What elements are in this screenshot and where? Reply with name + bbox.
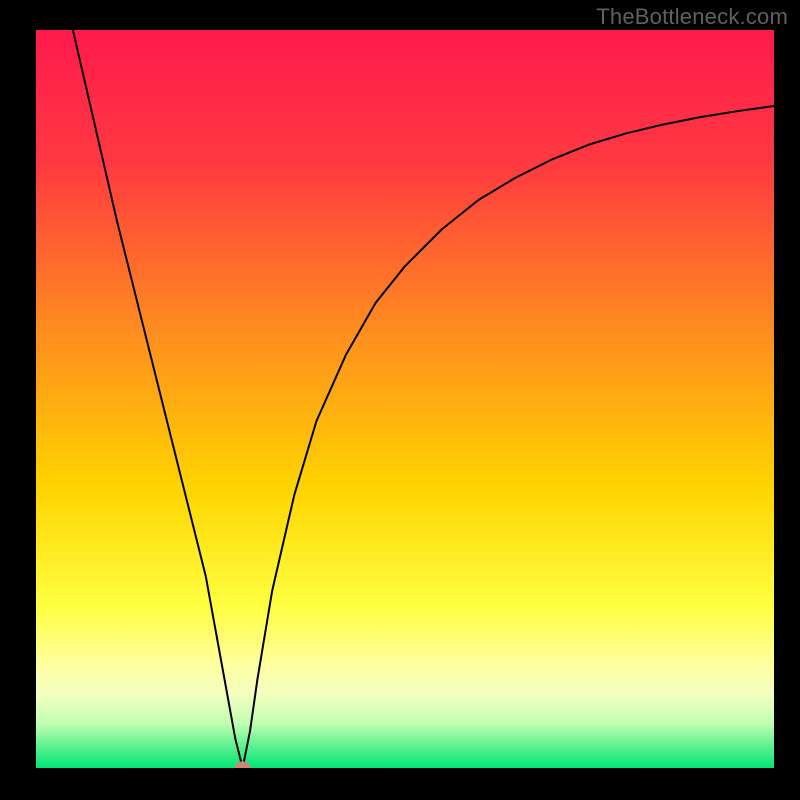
curve-layer xyxy=(36,30,774,768)
plot-region xyxy=(36,30,774,768)
chart-container: TheBottleneck.com xyxy=(0,0,800,800)
watermark-text: TheBottleneck.com xyxy=(596,4,788,30)
bottleneck-curve xyxy=(73,30,774,768)
minimum-marker xyxy=(235,761,251,768)
